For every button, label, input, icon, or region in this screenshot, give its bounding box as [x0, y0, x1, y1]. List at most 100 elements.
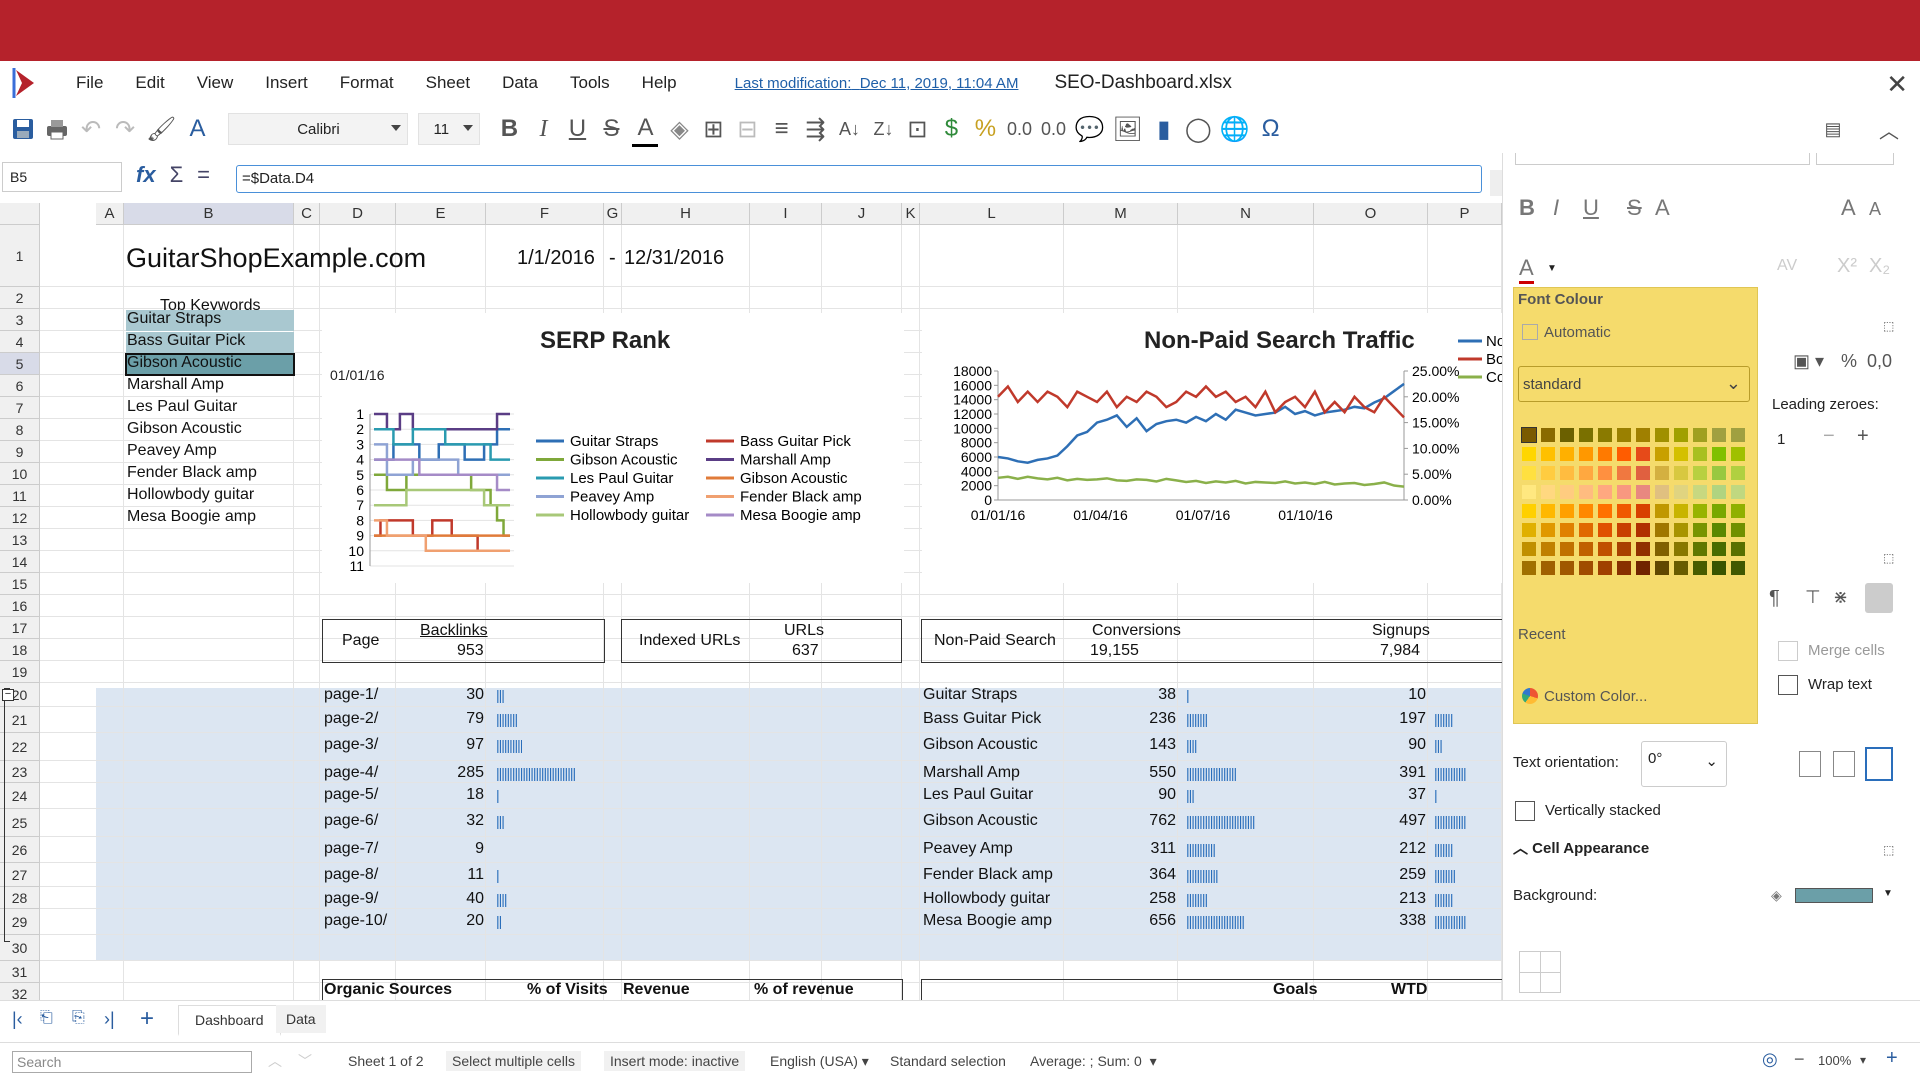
image-icon[interactable]: 🖼 — [1112, 111, 1142, 147]
colour-swatch[interactable] — [1636, 561, 1650, 575]
colour-swatch[interactable] — [1693, 504, 1707, 518]
colour-swatch[interactable] — [1731, 561, 1745, 575]
kpi-indexed-label[interactable]: Indexed URLs — [639, 632, 740, 650]
sidebar-font-color-icon[interactable]: A — [1519, 255, 1534, 284]
colour-swatch[interactable] — [1541, 523, 1555, 537]
menu-file[interactable]: File — [76, 73, 103, 93]
sidebar-toggle-icon[interactable]: ▤ — [1820, 111, 1846, 147]
signups-value[interactable]: 212 — [1350, 840, 1426, 858]
kpi-conversions-header[interactable]: Conversions — [1092, 622, 1181, 640]
sort-descending-icon[interactable]: Z↓ — [870, 111, 896, 147]
orientation-slant-icon[interactable] — [1799, 751, 1821, 777]
colour-swatch[interactable] — [1731, 466, 1745, 480]
colour-swatch[interactable] — [1731, 504, 1745, 518]
backlinks-value[interactable]: 18 — [430, 786, 484, 804]
conversions-value[interactable]: 143 — [1100, 736, 1176, 754]
colour-swatch[interactable] — [1598, 561, 1612, 575]
sidebar-shadow-icon[interactable]: A — [1655, 195, 1670, 221]
currency-icon[interactable]: $ — [938, 111, 964, 147]
comment-icon[interactable]: 💬 — [1074, 111, 1104, 147]
group-outline[interactable] — [4, 688, 10, 942]
plus-icon[interactable]: + — [1857, 425, 1869, 448]
zoom-in-icon[interactable]: + — [1886, 1047, 1898, 1070]
menu-view[interactable]: View — [197, 73, 234, 93]
column-header-h[interactable]: H — [622, 203, 750, 225]
sum-indicator[interactable]: Average: ; Sum: 0 ▾ — [1024, 1051, 1163, 1072]
colour-swatch[interactable] — [1521, 427, 1537, 443]
colour-swatch[interactable] — [1617, 561, 1631, 575]
row-header-6[interactable]: 6 — [0, 375, 40, 397]
menu-sheet[interactable]: Sheet — [426, 73, 470, 93]
sort-ascending-icon[interactable]: A↓ — [836, 111, 862, 147]
colour-swatch[interactable] — [1693, 485, 1707, 499]
search-keyword[interactable]: Marshall Amp — [923, 764, 1020, 782]
colour-swatch[interactable] — [1598, 485, 1612, 499]
colour-swatch[interactable] — [1617, 447, 1631, 461]
colour-swatch[interactable] — [1579, 561, 1593, 575]
row-header-5[interactable]: 5 — [0, 353, 40, 375]
palette-select[interactable]: standard ⌄ — [1518, 366, 1750, 402]
colour-swatch[interactable] — [1522, 466, 1536, 480]
row-header-17[interactable]: 17 — [0, 617, 40, 639]
orientation-stack-icon[interactable] — [1833, 751, 1855, 777]
conversions-value[interactable]: 90 — [1100, 786, 1176, 804]
percent-format-icon[interactable]: % — [1841, 351, 1857, 372]
app-logo-icon[interactable] — [10, 65, 40, 101]
row-header-13[interactable]: 13 — [0, 529, 40, 551]
column-header-i[interactable]: I — [750, 203, 822, 225]
remove-decimal-icon[interactable]: 0.0 — [1040, 111, 1066, 147]
kpi-signups-value[interactable]: 7,984 — [1380, 642, 1420, 660]
column-header-c[interactable]: C — [294, 203, 320, 225]
colour-swatch[interactable] — [1560, 561, 1574, 575]
keyword-cell[interactable]: Guitar Straps — [126, 310, 294, 331]
search-keyword[interactable]: Les Paul Guitar — [923, 786, 1033, 804]
traffic-series-line[interactable] — [997, 475, 1405, 488]
column-header-m[interactable]: M — [1064, 203, 1178, 225]
hyperlink-icon[interactable]: 🌐 — [1220, 111, 1250, 147]
selection-mode[interactable]: Select multiple cells — [446, 1051, 581, 1071]
colour-swatch[interactable] — [1674, 542, 1688, 556]
conversions-value[interactable]: 762 — [1100, 812, 1176, 830]
colour-swatch[interactable] — [1522, 504, 1536, 518]
visits-header[interactable]: % of Visits — [527, 981, 608, 999]
kpi-urls-value[interactable]: 637 — [792, 642, 819, 660]
colour-swatch[interactable] — [1693, 523, 1707, 537]
search-down-icon[interactable]: ﹀ — [298, 1051, 312, 1071]
menu-help[interactable]: Help — [642, 73, 677, 93]
keyword-cell[interactable]: Gibson Acoustic — [125, 353, 295, 376]
close-icon[interactable]: ✕ — [1886, 69, 1908, 100]
colour-swatch[interactable] — [1598, 447, 1612, 461]
print-icon[interactable] — [44, 111, 70, 147]
traffic-chart[interactable]: Non-Paid Search Traffic 0 2000 4000 6000 800… — [922, 313, 1502, 583]
chevron-down-icon[interactable]: ▼ — [1883, 888, 1893, 899]
colour-swatch[interactable] — [1712, 485, 1726, 499]
sum-icon[interactable]: Σ — [170, 162, 184, 188]
backlinks-value[interactable]: 79 — [430, 710, 484, 728]
revenue-header[interactable]: Revenue — [623, 981, 690, 999]
page-name[interactable]: page-3/ — [324, 736, 378, 754]
sheet-corner[interactable] — [0, 203, 40, 225]
colour-swatch[interactable] — [1522, 485, 1536, 499]
collapse-group-icon[interactable]: − — [2, 689, 14, 701]
colour-swatch[interactable] — [1712, 561, 1726, 575]
column-header-a[interactable]: A — [96, 203, 124, 225]
text-orientation-input[interactable]: 0° ⌄ — [1641, 741, 1727, 787]
align-bottom-icon[interactable] — [1865, 583, 1893, 613]
column-header-n[interactable]: N — [1178, 203, 1314, 225]
page-name[interactable]: page-5/ — [324, 786, 378, 804]
colour-swatch[interactable] — [1693, 542, 1707, 556]
backlinks-value[interactable]: 20 — [430, 912, 484, 930]
font-size-select[interactable]: 11 — [418, 113, 481, 145]
signups-value[interactable]: 10 — [1350, 686, 1426, 704]
colour-swatch[interactable] — [1712, 542, 1726, 556]
colour-swatch[interactable] — [1636, 523, 1650, 537]
colour-swatch[interactable] — [1579, 523, 1593, 537]
colour-swatch[interactable] — [1655, 523, 1669, 537]
conditional-format-icon[interactable]: ⊡ — [904, 111, 930, 147]
conversions-value[interactable]: 38 — [1100, 686, 1176, 704]
decimal-format-icon[interactable]: 0,0 — [1867, 351, 1892, 372]
save-icon[interactable] — [10, 111, 36, 147]
row-header-3[interactable]: 3 — [0, 309, 40, 331]
date-from[interactable]: 1/1/2016 — [517, 247, 595, 270]
backlinks-value[interactable]: 11 — [430, 866, 484, 884]
